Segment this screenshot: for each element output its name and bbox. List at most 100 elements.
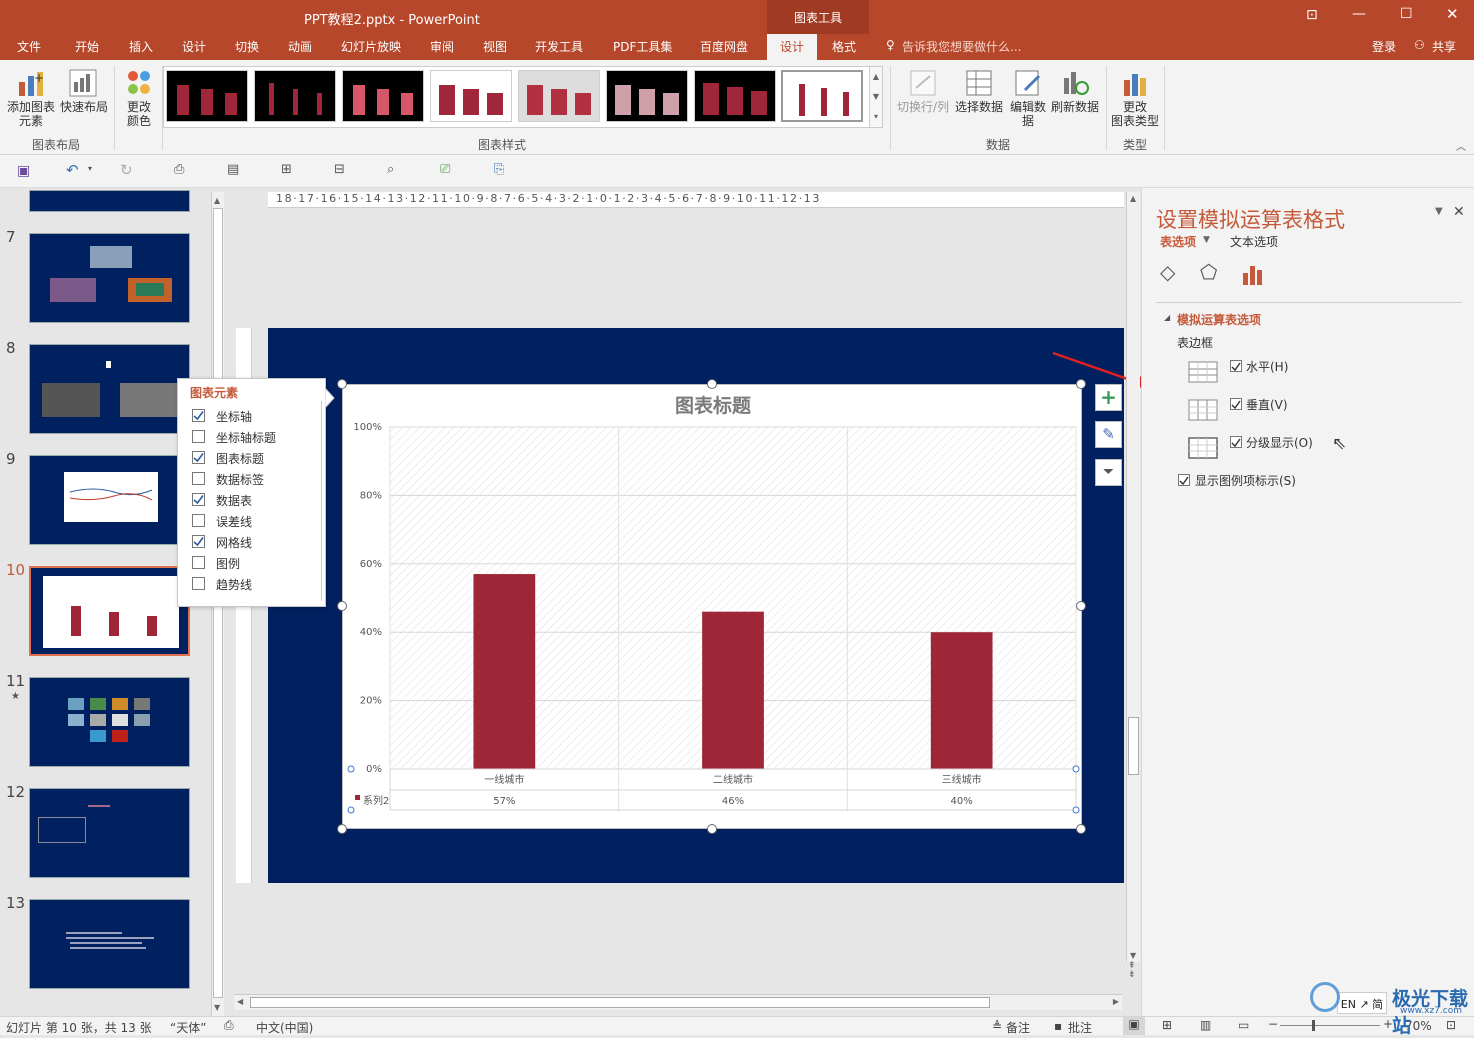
- change-chart-type-icon[interactable]: [1118, 66, 1152, 100]
- slideshow-view-icon[interactable]: ▭: [1238, 1018, 1249, 1032]
- undo-dropdown-icon[interactable]: ▾: [88, 164, 92, 173]
- section-collapse-icon[interactable]: ◢: [1164, 313, 1170, 322]
- qat-tool-icon-3[interactable]: ⊞: [281, 162, 292, 177]
- slide-thumb-9[interactable]: [29, 455, 190, 545]
- tab-transitions[interactable]: 切换: [235, 38, 259, 55]
- chart-element-checkbox[interactable]: [192, 514, 205, 527]
- qat-tool-icon-4[interactable]: ⊟: [334, 162, 345, 177]
- data-table-handle[interactable]: [347, 806, 355, 814]
- resize-handle-br[interactable]: [1076, 824, 1086, 834]
- ribbon-display-icon[interactable]: ⊡: [1306, 7, 1318, 23]
- slide-sorter-icon[interactable]: ⊞: [1162, 1018, 1172, 1032]
- quick-layout-button[interactable]: 快速布局: [58, 100, 110, 114]
- effects-icon[interactable]: ⬠: [1200, 260, 1217, 284]
- chart-element-checkbox[interactable]: [192, 493, 205, 506]
- resize-handle-t[interactable]: [707, 379, 717, 389]
- edit-data-button[interactable]: 编辑数 据: [1006, 100, 1050, 128]
- tab-insert[interactable]: 插入: [129, 38, 153, 55]
- slide-thumb-7[interactable]: [29, 233, 190, 323]
- tab-design[interactable]: 设计: [182, 38, 206, 55]
- chart-element-label[interactable]: 趋势线: [216, 576, 252, 593]
- edit-data-icon[interactable]: [1011, 66, 1045, 100]
- tab-chart-design[interactable]: 设计: [767, 34, 817, 60]
- qat-tool-icon-1[interactable]: ⎙: [174, 162, 184, 177]
- chart-element-label[interactable]: 坐标轴标题: [216, 429, 276, 446]
- tab-review[interactable]: 审阅: [430, 38, 454, 55]
- share-button[interactable]: 共享: [1432, 38, 1456, 55]
- chart-element-label[interactable]: 图例: [216, 555, 240, 572]
- bar[interactable]: [702, 611, 764, 769]
- slide-thumb-12[interactable]: [29, 788, 190, 878]
- tab-home[interactable]: 开始: [75, 38, 99, 55]
- chart-style-8-selected[interactable]: [781, 70, 863, 122]
- change-chart-type-button[interactable]: 更改 图表类型: [1108, 100, 1162, 128]
- bar[interactable]: [930, 632, 993, 769]
- horizontal-checkbox[interactable]: [1230, 360, 1242, 372]
- chart-styles-button[interactable]: ✎: [1095, 421, 1122, 448]
- chart-style-2[interactable]: [254, 70, 336, 122]
- tab-pdf[interactable]: PDF工具集: [613, 38, 672, 55]
- chart-style-5[interactable]: [518, 70, 600, 122]
- tab-view[interactable]: 视图: [483, 38, 507, 55]
- vertical-checkbox[interactable]: [1230, 398, 1242, 410]
- chart-area[interactable]: 图表标题 0% 20% 40% 60% 80% 100% 一线城市 57% 二线城市 46% 三线…: [337, 379, 1086, 834]
- chart-element-checkbox[interactable]: [192, 409, 205, 422]
- chart-element-checkbox[interactable]: [192, 451, 205, 464]
- vertical-label[interactable]: 垂直(V): [1246, 396, 1288, 413]
- qat-tool-icon-7[interactable]: ⎘: [494, 162, 504, 177]
- pane-options-dropdown-icon[interactable]: ▼: [1435, 206, 1443, 217]
- pane-close-icon[interactable]: ✕: [1453, 204, 1465, 220]
- chart-element-label[interactable]: 坐标轴: [216, 408, 252, 425]
- chart-style-6[interactable]: [606, 70, 688, 122]
- chart-element-checkbox[interactable]: [192, 430, 205, 443]
- collapse-ribbon-icon[interactable]: ︿: [1456, 138, 1466, 153]
- show-legend-key-label[interactable]: 显示图例项标示(S): [1195, 472, 1296, 489]
- data-table-handle[interactable]: [347, 765, 355, 773]
- zoom-out-icon[interactable]: −: [1268, 1017, 1278, 1031]
- data-table-handle[interactable]: [1072, 765, 1080, 773]
- section-title[interactable]: 模拟运算表选项: [1177, 311, 1261, 328]
- zoom-slider[interactable]: [1280, 1025, 1380, 1026]
- refresh-data-button[interactable]: 刷新数据: [1048, 100, 1102, 114]
- tab-chart-format[interactable]: 格式: [832, 38, 856, 55]
- spell-check-icon[interactable]: ⎙: [224, 1018, 234, 1033]
- editor-horizontal-scrollbar[interactable]: ◀ ▶: [234, 994, 1122, 1010]
- tab-animations[interactable]: 动画: [288, 38, 312, 55]
- chart-element-label[interactable]: 误差线: [216, 513, 252, 530]
- change-color-icon[interactable]: [122, 66, 156, 100]
- tab-text-options[interactable]: 文本选项: [1230, 233, 1278, 250]
- slide-thumb-10-selected[interactable]: [29, 566, 190, 656]
- chart-element-label[interactable]: 网格线: [216, 534, 252, 551]
- change-color-button[interactable]: 更改 颜色: [116, 100, 162, 128]
- editor-vertical-scrollbar[interactable]: ▲ ▼: [1126, 192, 1140, 962]
- qat-tool-icon-5[interactable]: ⌕: [387, 162, 394, 177]
- tell-me-search[interactable]: 告诉我您想要做什么...: [902, 38, 1021, 55]
- select-data-button[interactable]: 选择数据: [952, 100, 1006, 114]
- chart-style-3[interactable]: [342, 70, 424, 122]
- qat-tool-icon-2[interactable]: ▤: [227, 162, 239, 177]
- zoom-slider-thumb[interactable]: [1312, 1020, 1315, 1031]
- save-icon[interactable]: ▣: [17, 163, 30, 179]
- chart-style-7[interactable]: [694, 70, 776, 122]
- resize-handle-r[interactable]: [1076, 601, 1086, 611]
- normal-view-icon[interactable]: ▣: [1123, 1017, 1145, 1035]
- reading-view-icon[interactable]: ▥: [1200, 1018, 1211, 1032]
- show-legend-key-checkbox[interactable]: [1178, 474, 1190, 486]
- refresh-data-icon[interactable]: [1058, 66, 1092, 100]
- slide-thumb-11[interactable]: [29, 677, 190, 767]
- chart-element-checkbox[interactable]: [192, 472, 205, 485]
- minimize-icon[interactable]: —: [1352, 6, 1366, 22]
- chart-element-label[interactable]: 图表标题: [216, 450, 264, 467]
- notes-button[interactable]: 备注: [1006, 1019, 1030, 1036]
- gallery-scroll[interactable]: ▲ ▼ ▾: [869, 67, 882, 127]
- data-table-handle[interactable]: [1072, 806, 1080, 814]
- login-link[interactable]: 登录: [1372, 38, 1396, 55]
- tab-baidu[interactable]: 百度网盘: [700, 38, 748, 55]
- ime-indicator[interactable]: EN ↗ 简: [1337, 992, 1387, 1014]
- chart-element-checkbox[interactable]: [192, 535, 205, 548]
- tab-table-options[interactable]: 表选项: [1160, 233, 1196, 250]
- add-chart-element-button[interactable]: 添加图表 元素: [4, 100, 58, 128]
- chart-filters-button[interactable]: ⏷: [1095, 459, 1122, 486]
- comments-button[interactable]: 批注: [1068, 1019, 1092, 1036]
- quick-layout-icon[interactable]: [66, 66, 100, 100]
